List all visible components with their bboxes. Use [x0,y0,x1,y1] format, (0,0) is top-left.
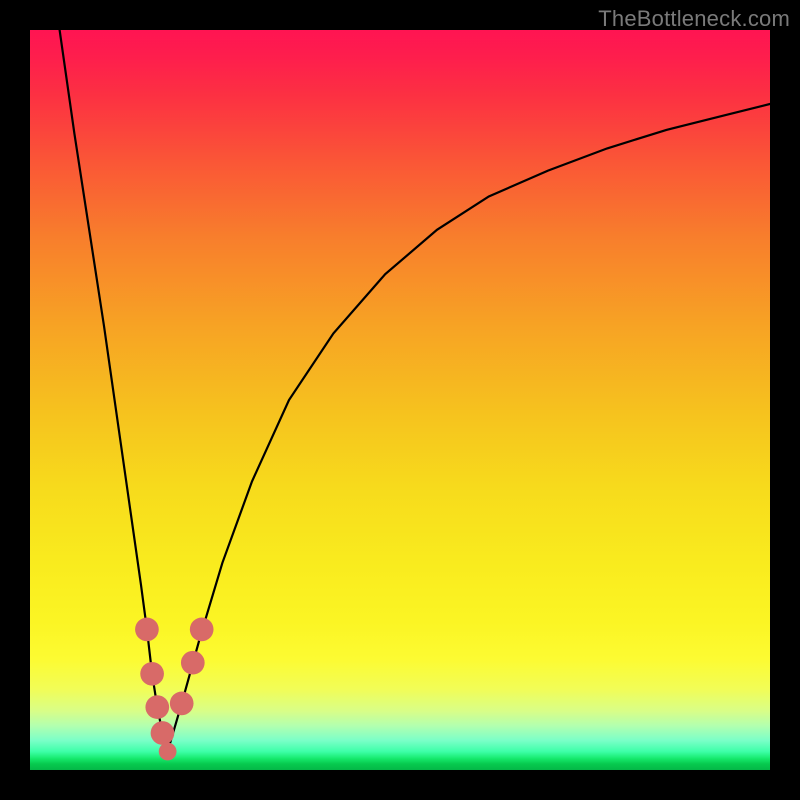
curve-marker [135,618,159,642]
plot-area [30,30,770,770]
curve-markers [135,618,213,761]
curve-marker [181,651,205,675]
curve-marker [190,618,214,642]
curve-marker [145,695,169,719]
curve-marker [151,721,175,745]
curve-marker [170,692,194,716]
curve-marker [159,743,177,761]
curve-left-branch [60,30,168,752]
bottleneck-curve [30,30,770,770]
curve-right-branch [168,104,770,752]
curve-marker [140,662,164,686]
watermark-text: TheBottleneck.com [598,6,790,32]
chart-frame: TheBottleneck.com [0,0,800,800]
